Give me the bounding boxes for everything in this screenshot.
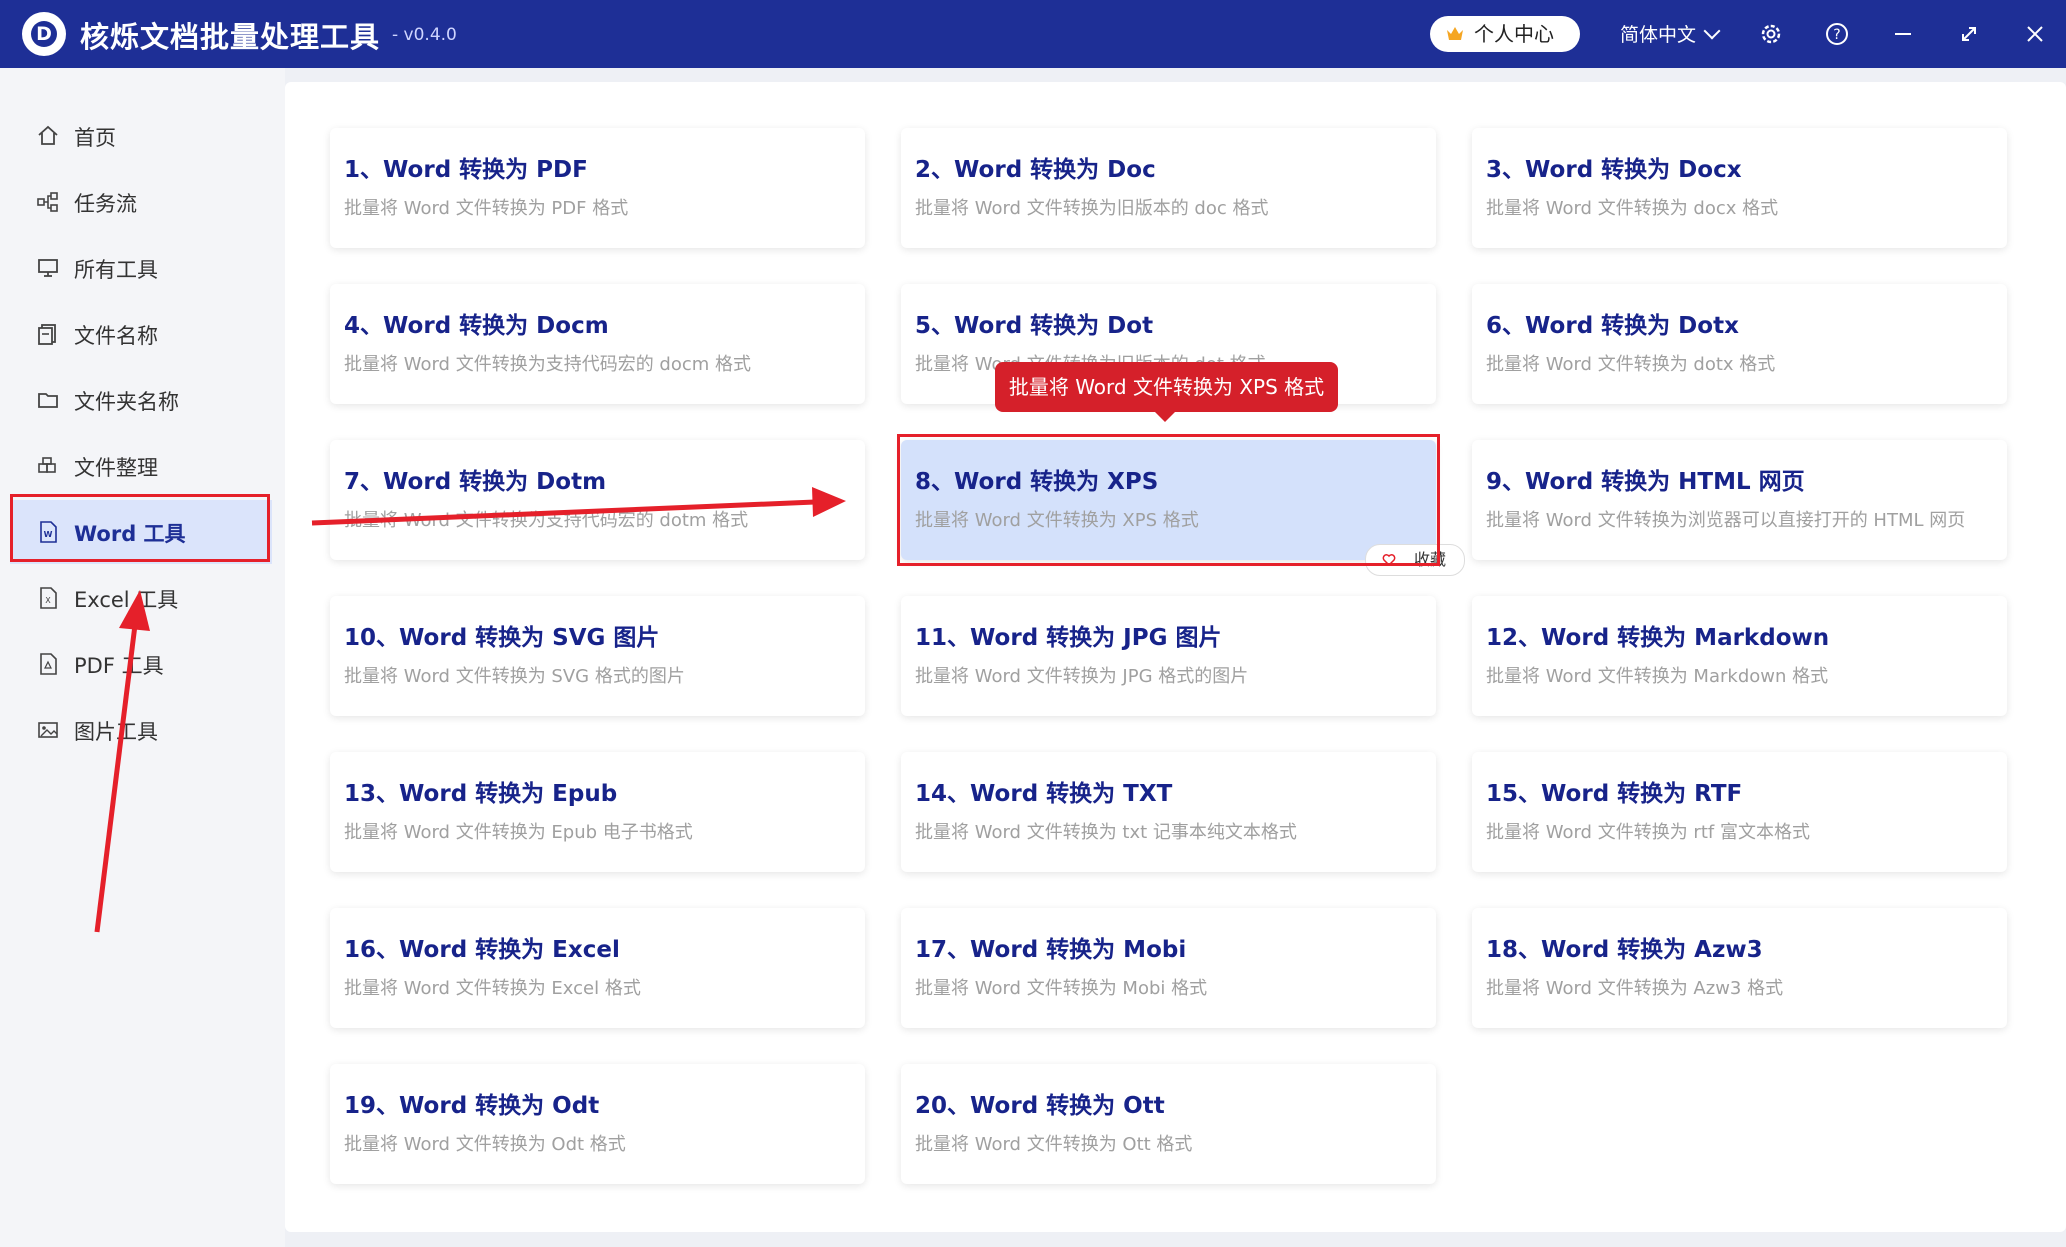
crown-icon (1447, 27, 1463, 40)
pdf-file-icon (40, 653, 57, 675)
sidebar-item-pdf-tools[interactable]: PDF 工具 (10, 632, 272, 696)
language-select[interactable]: 简体中文 (1620, 20, 1721, 47)
help-icon[interactable]: ? (1823, 20, 1851, 48)
tool-card-word-to-odt[interactable]: 19、Word 转换为 Odt 批量将 Word 文件转换为 Odt 格式 (330, 1064, 865, 1184)
tool-card-word-to-dotm[interactable]: 7、Word 转换为 Dotm 批量将 Word 文件转换为支持代码宏的 dotm… (330, 440, 865, 560)
tool-card-word-to-txt[interactable]: 14、Word 转换为 TXT 批量将 Word 文件转换为 txt 记事本纯文本… (901, 752, 1436, 872)
sidebar-item-file-name[interactable]: 文件名称 (10, 302, 272, 366)
monitor-icon (38, 259, 58, 277)
tool-card-word-to-epub[interactable]: 13、Word 转换为 Epub 批量将 Word 文件转换为 Epub 电子书格… (330, 752, 865, 872)
excel-file-icon: X (40, 587, 57, 609)
tool-card-word-to-docm[interactable]: 4、Word 转换为 Docm 批量将 Word 文件转换为支持代码宏的 docm… (330, 284, 865, 404)
tool-card-word-to-doc[interactable]: 2、Word 转换为 Doc 批量将 Word 文件转换为旧版本的 doc 格式 (901, 128, 1436, 248)
organize-icon (38, 457, 56, 473)
tooltip: 批量将 Word 文件转换为 XPS 格式 (995, 362, 1338, 422)
tool-card-word-to-ott[interactable]: 20、Word 转换为 Ott 批量将 Word 文件转换为 Ott 格式 (901, 1064, 1436, 1184)
app-version: - v0.4.0 (392, 25, 457, 45)
minimize-icon[interactable] (1889, 20, 1917, 48)
sidebar: 首页 任务流 所有工具 文件名称 文件夹名称 文件整理 W Word 工具 X … (0, 68, 285, 1247)
tool-card-word-to-rtf[interactable]: 15、Word 转换为 RTF 批量将 Word 文件转换为 rtf 富文本格式 (1472, 752, 2007, 872)
tool-card-word-to-dotx[interactable]: 6、Word 转换为 Dotx 批量将 Word 文件转换为 dotx 格式 (1472, 284, 2007, 404)
file-name-icon (38, 324, 56, 345)
close-icon[interactable] (2021, 20, 2049, 48)
tool-card-word-to-pdf[interactable]: 1、Word 转换为 PDF 批量将 Word 文件转换为 PDF 格式 (330, 128, 865, 248)
sidebar-item-workflow[interactable]: 任务流 (10, 170, 272, 234)
app-logo-icon: D (22, 12, 66, 56)
folder-icon (38, 393, 58, 408)
user-center-button[interactable]: 个人中心 (1430, 16, 1580, 52)
tool-card-word-to-mobi[interactable]: 17、Word 转换为 Mobi 批量将 Word 文件转换为 Mobi 格式 (901, 908, 1436, 1028)
highlight-box-xps-card (897, 434, 1440, 566)
sidebar-item-file-organize[interactable]: 文件整理 (10, 434, 272, 498)
tool-card-word-to-excel[interactable]: 16、Word 转换为 Excel 批量将 Word 文件转换为 Excel 格式 (330, 908, 865, 1028)
workflow-icon (37, 192, 58, 212)
home-icon (38, 125, 58, 145)
sidebar-item-home[interactable]: 首页 (10, 104, 272, 168)
chevron-down-icon (1703, 22, 1721, 40)
sidebar-item-folder-name[interactable]: 文件夹名称 (10, 368, 272, 432)
tool-card-word-to-jpg[interactable]: 11、Word 转换为 JPG 图片 批量将 Word 文件转换为 JPG 格式的… (901, 596, 1436, 716)
title-bar: D 核烁文档批量处理工具 - v0.4.0 个人中心 简体中文 ? (0, 0, 2066, 68)
app-title: 核烁文档批量处理工具 (80, 20, 381, 54)
tool-card-word-to-markdown[interactable]: 12、Word 转换为 Markdown 批量将 Word 文件转换为 Markd… (1472, 596, 2007, 716)
sidebar-item-all-tools[interactable]: 所有工具 (10, 236, 272, 300)
svg-text:X: X (45, 596, 51, 605)
tool-card-word-to-svg[interactable]: 10、Word 转换为 SVG 图片 批量将 Word 文件转换为 SVG 格式的… (330, 596, 865, 716)
image-icon (38, 722, 58, 738)
maximize-icon[interactable] (1955, 20, 1983, 48)
settings-icon[interactable] (1757, 20, 1785, 48)
tool-card-word-to-docx[interactable]: 3、Word 转换为 Docx 批量将 Word 文件转换为 docx 格式 (1472, 128, 2007, 248)
sidebar-item-image-tools[interactable]: 图片工具 (10, 698, 272, 762)
tool-card-word-to-html[interactable]: 9、Word 转换为 HTML 网页 批量将 Word 文件转换为浏览器可以直接打… (1472, 440, 2007, 560)
sidebar-item-excel-tools[interactable]: X Excel 工具 (10, 566, 272, 630)
svg-text:?: ? (1833, 27, 1840, 43)
tool-card-word-to-azw3[interactable]: 18、Word 转换为 Azw3 批量将 Word 文件转换为 Azw3 格式 (1472, 908, 2007, 1028)
highlight-box-word-tools (10, 494, 270, 562)
